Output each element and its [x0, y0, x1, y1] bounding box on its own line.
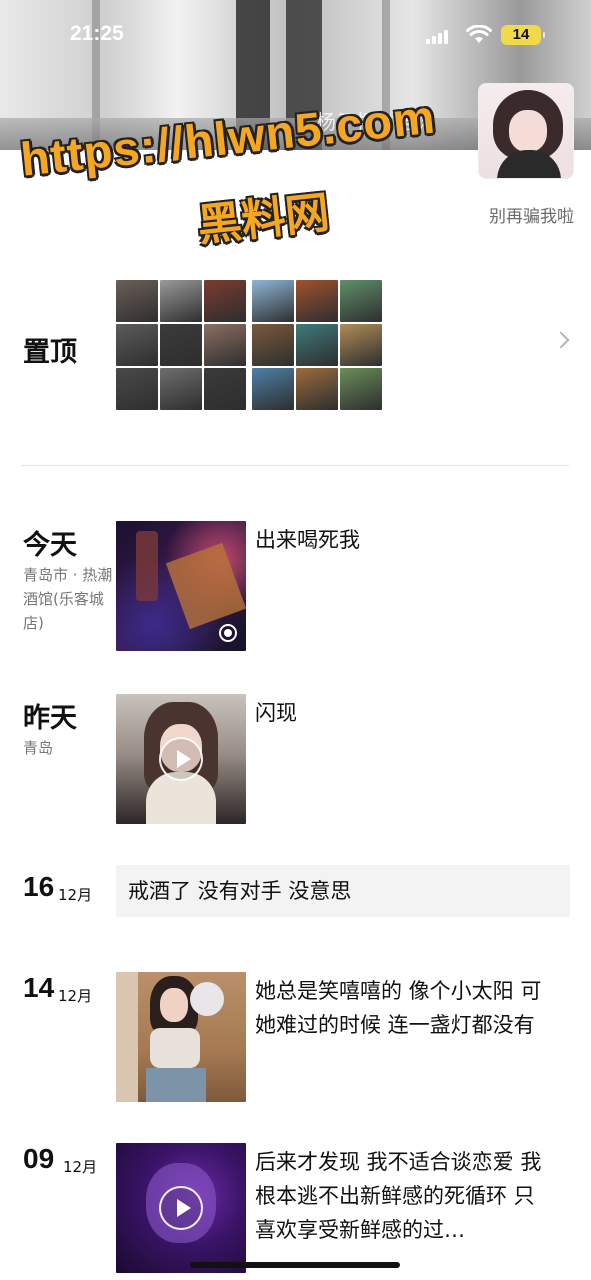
post-thumbnail[interactable]	[116, 694, 246, 824]
pinned-photo-thumbnail	[296, 324, 338, 366]
pinned-photo-thumbnail	[252, 368, 294, 410]
post-thumbnail[interactable]	[116, 521, 246, 651]
post-date-month: 12月	[58, 886, 93, 904]
post-caption: 出来喝死我	[255, 528, 360, 552]
post-location: 青岛	[23, 739, 54, 757]
post-caption: 她总是笑嘻嘻的 像个小太阳 可她难过的时候 连一盏灯都没有	[255, 979, 542, 1037]
pinned-photo-thumbnail	[160, 324, 202, 366]
pinned-photo-thumbnail	[204, 280, 246, 322]
post-date-day: 09	[23, 1143, 55, 1174]
post-thumbnail[interactable]	[116, 1143, 246, 1273]
post-text-card[interactable]: 戒酒了 没有对手 没意思	[116, 865, 570, 917]
post-date-month: 12月	[63, 1158, 98, 1176]
play-icon[interactable]	[159, 737, 203, 781]
pinned-photo-thumbnail	[296, 280, 338, 322]
profile-signature: 别再骗我啦	[489, 207, 574, 227]
status-time: 21:25	[70, 22, 124, 45]
pinned-photo-thumbnail	[116, 280, 158, 322]
chevron-right-icon[interactable]	[552, 331, 570, 349]
pinned-photo-thumbnail	[252, 324, 294, 366]
pinned-label: 置顶	[23, 337, 77, 368]
play-icon[interactable]	[159, 1186, 203, 1230]
home-indicator[interactable]	[190, 1262, 400, 1268]
post-date-day: 14	[23, 972, 55, 1003]
profile-avatar[interactable]	[478, 83, 574, 179]
pinned-photo-thumbnail	[204, 368, 246, 410]
pinned-photo-thumbnail	[116, 368, 158, 410]
pinned-photo-thumbnail	[204, 324, 246, 366]
wifi-icon	[466, 25, 492, 43]
watermark-brand: 黑料网	[195, 187, 332, 252]
live-photo-icon	[219, 624, 237, 642]
pinned-photo-thumbnail	[252, 280, 294, 322]
post-thumbnail[interactable]	[116, 972, 246, 1102]
post-date: 今天	[23, 530, 77, 561]
post-caption: 后来才发现 我不适合谈恋爱 我根本逃不出新鲜感的死循环 只喜欢享受新鲜感的过…	[255, 1150, 542, 1242]
pinned-section[interactable]: 置顶	[0, 270, 591, 420]
post-date-day: 16	[23, 871, 55, 902]
pinned-photo-thumbnail	[116, 324, 158, 366]
pinned-photo-thumbnail	[340, 368, 382, 410]
cellular-signal-icon	[426, 28, 448, 44]
pinned-album-1[interactable]	[116, 280, 246, 410]
pinned-photo-thumbnail	[296, 368, 338, 410]
battery-icon: 14	[501, 25, 545, 45]
pinned-photo-thumbnail	[160, 280, 202, 322]
post-location: 青岛市 · 热潮酒馆(乐客城店)	[23, 566, 113, 632]
pinned-photo-thumbnail	[160, 368, 202, 410]
pinned-photo-thumbnail	[340, 280, 382, 322]
post-caption: 闪现	[255, 701, 297, 725]
pinned-photo-thumbnail	[340, 324, 382, 366]
post-date-month: 12月	[58, 987, 93, 1005]
post-date: 昨天	[23, 703, 77, 734]
pinned-album-2[interactable]	[252, 280, 382, 410]
section-divider	[21, 465, 569, 466]
